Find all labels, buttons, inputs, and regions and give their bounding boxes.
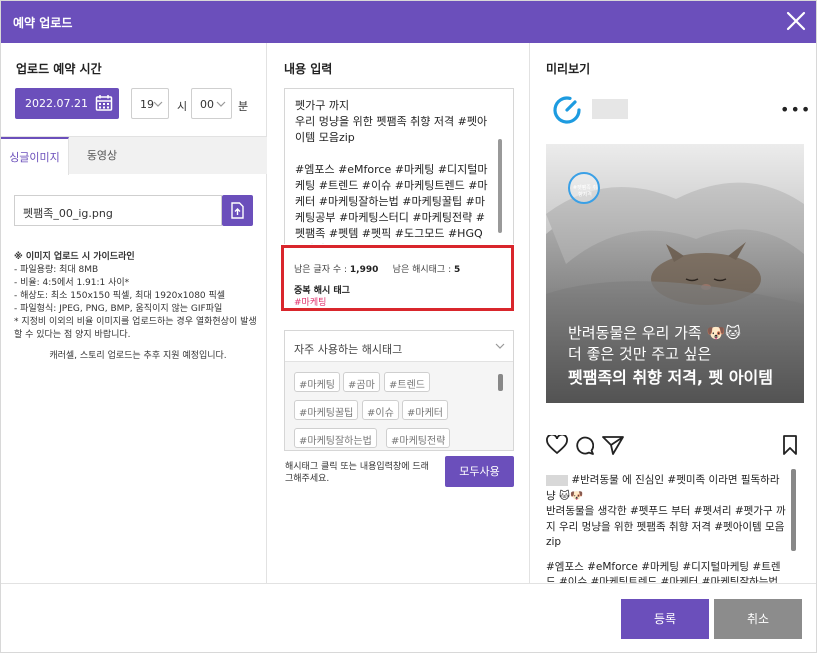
upload-guidelines: ※ 이미지 업로드 시 가이드라인 - 파일용량: 최대 8MB - 비율: 4… (14, 251, 262, 363)
guide-line: - 비율: 4:5에서 1.91:1 사이* (14, 278, 130, 288)
tab-video[interactable]: 동영상 (69, 137, 135, 175)
hashtag-chip[interactable]: #이슈 (362, 400, 399, 420)
schedule-title: 업로드 예약 시간 (16, 62, 102, 76)
heart-icon[interactable] (546, 435, 568, 455)
profile-avatar-icon (553, 96, 581, 124)
hashtag-status-box: 남은 글자 수 : 1,990 남은 해시태그 : 5 중복 해시 태그 #마케… (281, 245, 514, 311)
brand-badge-text: #펫팸족 취향저격 (572, 185, 598, 198)
chevron-down-icon (495, 343, 505, 349)
profile-name-placeholder (592, 99, 628, 119)
post-actions (546, 435, 804, 455)
schedule-column: 업로드 예약 시간 2022.07.21 19 시 00 분 싱글이미지 동영상 (1, 43, 267, 583)
image-caption-line-1: 반려동물은 우리 가족 🐶🐱 (568, 324, 741, 342)
minute-unit: 분 (238, 100, 249, 113)
favorite-hashtags-header[interactable]: 자주 사용하는 해시태그 (285, 331, 513, 362)
tab-single-image[interactable]: 싱글이미지 (1, 137, 69, 175)
hashtag-chip[interactable]: #곰마 (343, 372, 380, 392)
more-options-icon[interactable]: ••• (780, 100, 811, 119)
guide-line: - 해상도: 최소 150x150 픽셀, 최대 1920x1080 픽셀 (14, 291, 226, 301)
register-button[interactable]: 등록 (621, 599, 709, 639)
content-textarea[interactable]: 펫가구 까지 우리 멍냥을 위한 펫팸족 취향 저격 #펫아이템 모음zip #… (284, 88, 514, 244)
image-caption-line-3: 펫팸족의 취향 저격, 펫 아이템 (568, 368, 773, 387)
favorite-hashtags-panel: 자주 사용하는 해시태그 #마케팅 #곰마 #트렌드 #마케팅꿀팁 #이슈 #마… (284, 330, 514, 451)
brand-badge: #펫팸족 취향저격 (568, 172, 600, 204)
guide-line: - 파일형식: JPEG, PNG, BMP, 움직이지 않는 GIF파일 (14, 304, 223, 314)
media-tabs: 싱글이미지 동영상 (1, 136, 267, 175)
dialog-footer: 등록 취소 (1, 583, 816, 652)
favorite-hashtags-list: #마케팅 #곰마 #트렌드 #마케팅꿀팁 #이슈 #마케터 #마케팅잘하는법 #… (285, 362, 513, 450)
hashtag-chip[interactable]: #트렌드 (384, 372, 430, 392)
bookmark-icon[interactable] (782, 435, 798, 455)
preview-title: 미리보기 (546, 62, 591, 76)
guide-title: ※ 이미지 업로드 시 가이드라인 (14, 252, 135, 262)
minute-select[interactable]: 00 (191, 88, 232, 119)
hashtag-chip[interactable]: #마케팅 (294, 372, 340, 392)
close-icon[interactable] (784, 9, 808, 33)
file-upload-icon (231, 202, 244, 219)
guide-line: - 파일용량: 최대 8MB (14, 265, 99, 275)
guide-note: 캐러셀, 스토리 업로드는 추후 지원 예정입니다. (49, 351, 227, 361)
hour-unit: 시 (177, 100, 188, 113)
hashtag-chip[interactable]: #마케팅꿀팁 (294, 400, 359, 420)
hashtag-chip[interactable]: #마케팅잘하는법 (294, 428, 377, 448)
date-value: 2022.07.21 (25, 97, 88, 110)
content-title: 내용 입력 (284, 62, 333, 76)
caption-line-3: #엠포스 #eMforce #마케팅 #디지털마케팅 #트렌드 #이슈 #마케팅… (546, 560, 781, 584)
caption-line-1: #반려동물 에 진심인 #펫미족 이라면 필독하라냥 🐱🐶 (546, 474, 780, 502)
use-all-button[interactable]: 모두사용 (445, 456, 514, 487)
remaining-tags-value: 5 (453, 265, 461, 275)
remaining-chars-label: 남은 글자 수 : (294, 265, 348, 275)
preview-column: 미리보기 ••• #펫팸족 취향저격 반려동물은 우리 가족 🐶🐱 더 좋은 것… (530, 43, 816, 583)
favorite-hashtags-title: 자주 사용하는 해시태그 (294, 343, 403, 356)
content-column: 내용 입력 펫가구 까지 우리 멍냥을 위한 펫팸족 취향 저격 #펫아이템 모… (267, 43, 530, 583)
comment-icon[interactable] (574, 435, 594, 455)
hour-select[interactable]: 19 (131, 88, 169, 119)
share-icon[interactable] (602, 435, 624, 455)
file-name-field[interactable]: 펫팸족_00_ig.png (14, 195, 222, 226)
image-caption-line-2: 더 좋은 것만 주고 싶은 (568, 345, 712, 363)
hashtag-chip[interactable]: #마케터 (402, 400, 448, 420)
minute-value: 00 (200, 98, 214, 111)
dialog-title: 예약 업로드 (13, 16, 73, 30)
caption-scrollbar[interactable] (791, 469, 796, 551)
textarea-scrollbar[interactable] (498, 139, 502, 233)
caption-line-2: 반려동물을 생각한 #펫푸드 부터 #펫셔리 #펫가구 까지 우리 멍냥을 위한… (546, 505, 786, 548)
chevron-down-icon (153, 101, 163, 107)
remaining-chars-value: 1,990 (349, 265, 379, 275)
username-placeholder (546, 474, 568, 486)
hashtag-chip[interactable]: #마케팅전략 (386, 428, 451, 448)
chevron-down-icon (216, 101, 226, 107)
post-image: #펫팸족 취향저격 반려동물은 우리 가족 🐶🐱 더 좋은 것만 주고 싶은 펫… (546, 144, 804, 403)
remaining-counts: 남은 글자 수 : 1,990 남은 해시태그 : 5 (294, 262, 460, 275)
date-picker-button[interactable]: 2022.07.21 (15, 88, 119, 119)
duplicate-tags-value: #마케팅 (294, 298, 327, 308)
title-bar: 예약 업로드 (1, 1, 816, 43)
post-caption: #반려동물 에 진심인 #펫미족 이라면 필독하라냥 🐱🐶 반려동물을 생각한 … (546, 473, 788, 583)
guide-line: * 지정비 이외의 비율 이미지를 업로드하는 경우 열화현상이 발생할 수 있… (14, 317, 257, 340)
remaining-tags-label: 남은 해시태그 : (392, 265, 452, 275)
hashtag-hint: 해시태그 클릭 또는 내용입력창에 드래그해주세요. (285, 462, 429, 484)
file-upload-button[interactable] (222, 195, 253, 226)
hashtag-list-scrollbar[interactable] (498, 374, 503, 391)
hour-value: 19 (140, 98, 154, 111)
upload-dialog: 예약 업로드 업로드 예약 시간 2022.07.21 19 시 00 분 싱글… (0, 0, 817, 653)
calendar-icon (95, 95, 113, 111)
cancel-button[interactable]: 취소 (714, 599, 802, 639)
